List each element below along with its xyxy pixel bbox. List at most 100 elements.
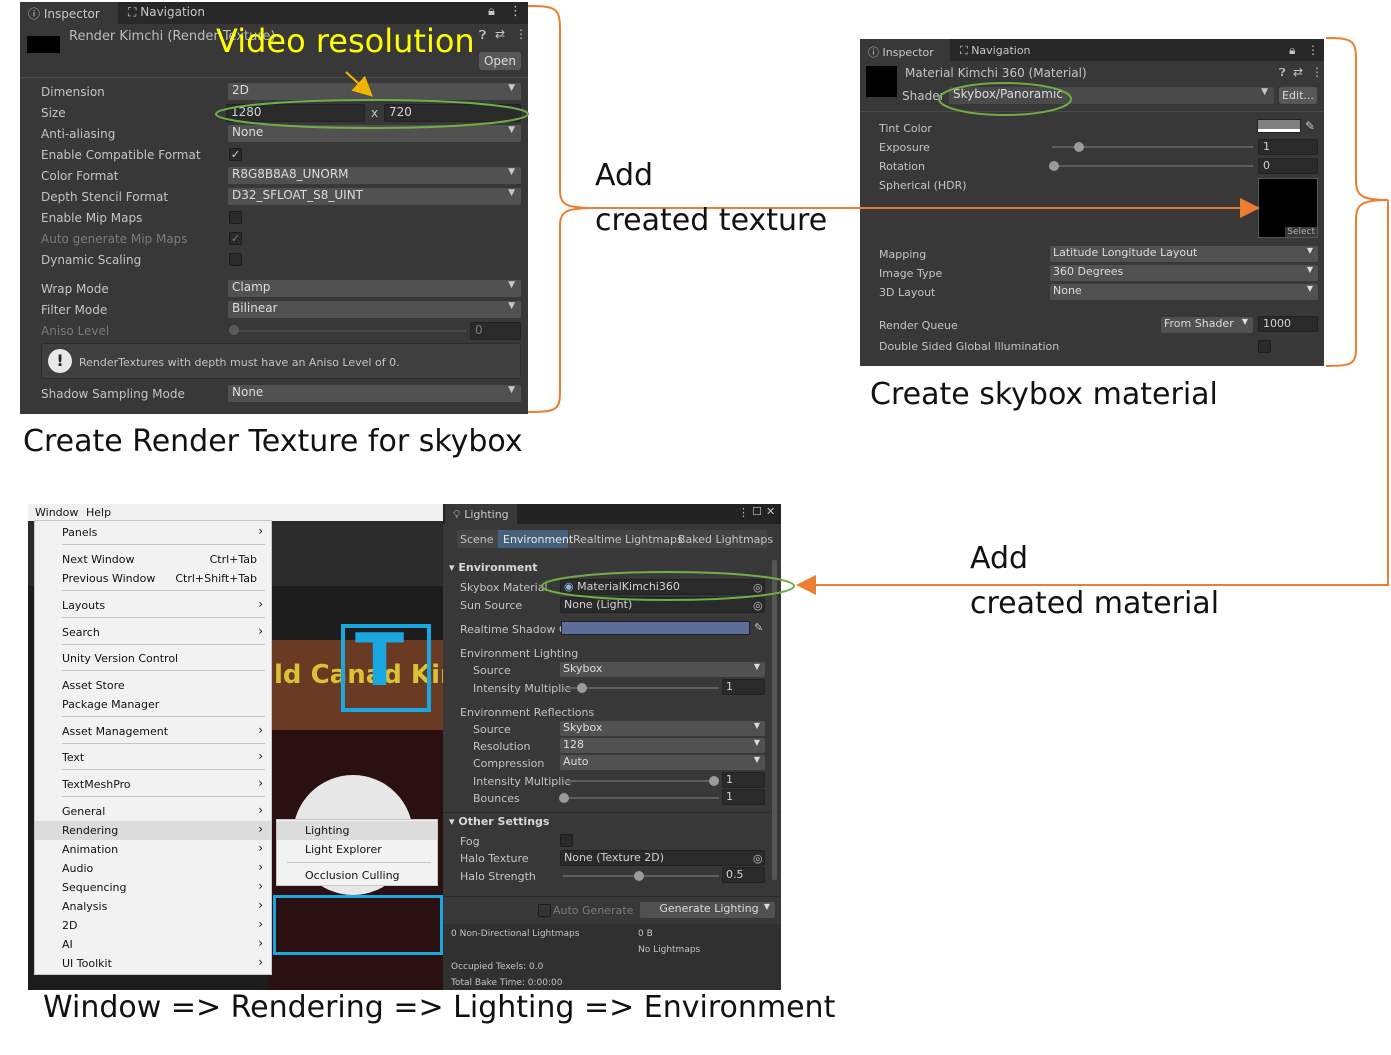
auto-generate-checkbox[interactable] bbox=[538, 904, 551, 917]
image-type-dropdown[interactable]: 360 Degrees ▼ bbox=[1050, 265, 1318, 281]
more-icon[interactable]: ⋮ bbox=[1307, 43, 1319, 57]
tint-color-swatch[interactable] bbox=[1257, 119, 1301, 133]
mip-maps-checkbox[interactable] bbox=[229, 211, 242, 224]
fog-checkbox[interactable] bbox=[560, 834, 573, 847]
tab-baked-lightmaps[interactable]: Baked Lightmaps bbox=[678, 533, 773, 546]
compatible-format-checkbox[interactable]: ✓ bbox=[229, 148, 242, 161]
more-icon[interactable]: ⋮ bbox=[509, 4, 522, 19]
rotation-input[interactable]: 0 bbox=[1258, 158, 1318, 174]
maximize-icon[interactable]: ☐ bbox=[752, 505, 762, 518]
menu-item-text[interactable]: Text › bbox=[35, 748, 271, 767]
lighting-window-tab[interactable]: 💡︎ Lighting bbox=[445, 504, 517, 524]
menu-item-animation[interactable]: Animation › bbox=[35, 840, 271, 859]
submenu-item-lighting[interactable]: Lighting bbox=[277, 821, 437, 840]
bounces-knob[interactable] bbox=[559, 793, 569, 803]
object-picker-icon[interactable]: ◎ bbox=[753, 581, 763, 594]
antialiasing-dropdown[interactable]: None ▼ bbox=[228, 125, 521, 142]
submenu-item-light-explorer[interactable]: Light Explorer bbox=[277, 840, 437, 859]
render-queue-mode-dropdown[interactable]: From Shader ▼ bbox=[1161, 317, 1253, 333]
lighting-intensity-knob[interactable] bbox=[577, 683, 587, 693]
menu-item-search[interactable]: Search › bbox=[35, 623, 271, 642]
menu-item-rendering[interactable]: Rendering › bbox=[35, 821, 271, 840]
edit-shader-button[interactable]: Edit... bbox=[1279, 87, 1317, 104]
depth-stencil-dropdown[interactable]: D32_SFLOAT_S8_UINT ▼ bbox=[228, 188, 521, 205]
menu-item-sequencing[interactable]: Sequencing › bbox=[35, 878, 271, 897]
size-height-input[interactable]: 720 bbox=[384, 104, 521, 122]
select-texture-button[interactable]: Select bbox=[1285, 227, 1317, 237]
halo-strength-input[interactable]: 0.5 bbox=[722, 867, 765, 883]
lock-icon[interactable]: 🔒︎ bbox=[488, 4, 495, 19]
eyedropper-icon[interactable]: ✎ bbox=[754, 621, 763, 634]
lighting-intensity-input[interactable]: 1 bbox=[722, 679, 765, 695]
preset-icon[interactable]: ⇄ bbox=[1293, 65, 1303, 79]
menu-item-asset-management[interactable]: Asset Management › bbox=[35, 722, 271, 741]
menu-item-panels[interactable]: Panels › bbox=[35, 523, 271, 542]
dsgi-checkbox[interactable] bbox=[1258, 340, 1271, 353]
compression-dropdown[interactable]: Auto ▼ bbox=[560, 755, 765, 770]
tab-environment[interactable]: Environment bbox=[498, 530, 573, 548]
wrap-mode-dropdown[interactable]: Clamp ▼ bbox=[228, 280, 521, 297]
rt-tab-navigation[interactable]: ⛶ Navigation bbox=[120, 2, 230, 24]
halo-strength-knob[interactable] bbox=[634, 871, 644, 881]
menu-item-textmeshpro[interactable]: TextMeshPro › bbox=[35, 775, 271, 794]
environment-header[interactable]: ▾ Environment bbox=[449, 561, 538, 574]
spherical-texture-slot[interactable]: Select bbox=[1258, 178, 1318, 238]
eyedropper-icon[interactable]: ✎ bbox=[1305, 119, 1315, 133]
reflection-intensity-knob[interactable] bbox=[709, 776, 719, 786]
mat-tab-inspector[interactable]: ⓘ Inspector bbox=[860, 39, 950, 61]
menu-item-analysis[interactable]: Analysis › bbox=[35, 897, 271, 916]
rt-tab-inspector[interactable]: ⓘ Inspector bbox=[20, 2, 118, 24]
menu-item-version-control[interactable]: Unity Version Control bbox=[35, 649, 271, 668]
shadow-sampling-dropdown[interactable]: None ▼ bbox=[228, 385, 521, 402]
halo-texture-field[interactable]: None (Texture 2D) bbox=[560, 850, 765, 866]
menu-item-ai[interactable]: AI › bbox=[35, 935, 271, 954]
mat-tab-navigation[interactable]: ⛶ Navigation bbox=[952, 39, 1058, 61]
tab-scene[interactable]: Scene bbox=[460, 533, 494, 546]
menu-item-previous-window[interactable]: Previous Window Ctrl+Shift+Tab bbox=[35, 569, 271, 588]
open-button[interactable]: Open bbox=[479, 52, 521, 70]
other-settings-header[interactable]: ▾ Other Settings bbox=[449, 815, 549, 828]
menu-item-layouts[interactable]: Layouts › bbox=[35, 596, 271, 615]
color-format-dropdown[interactable]: R8G8B8A8_UNORM ▼ bbox=[228, 167, 521, 184]
menu-window[interactable]: Window bbox=[35, 506, 78, 519]
realtime-shadow-color[interactable] bbox=[561, 621, 750, 635]
menu-item-audio[interactable]: Audio › bbox=[35, 859, 271, 878]
scrollbar[interactable] bbox=[772, 560, 777, 880]
layout3d-dropdown[interactable]: None ▼ bbox=[1050, 284, 1318, 300]
render-queue-input[interactable]: 1000 bbox=[1258, 316, 1318, 332]
object-picker-icon[interactable]: ◎ bbox=[753, 599, 763, 612]
close-icon[interactable]: ✕ bbox=[766, 505, 775, 518]
shader-dropdown[interactable]: Skybox/Panoramic ▼ bbox=[949, 87, 1274, 104]
menu-item-general[interactable]: General › bbox=[35, 802, 271, 821]
submenu-item-occlusion-culling[interactable]: Occlusion Culling bbox=[277, 866, 437, 885]
preset-icon[interactable]: ⇄ bbox=[495, 27, 505, 41]
tab-realtime-lightmaps[interactable]: Realtime Lightmaps bbox=[573, 533, 683, 546]
dimension-dropdown[interactable]: 2D ▼ bbox=[228, 83, 521, 100]
menu-help[interactable]: Help bbox=[86, 506, 111, 519]
sun-source-field[interactable]: None (Light) bbox=[560, 597, 765, 613]
more-icon[interactable]: ⋮ bbox=[515, 27, 527, 41]
mapping-dropdown[interactable]: Latitude Longitude Layout ▼ bbox=[1050, 246, 1318, 262]
size-width-input[interactable]: 1280 bbox=[226, 104, 365, 122]
dynamic-scaling-checkbox[interactable] bbox=[229, 253, 242, 266]
menu-item-ui-toolkit[interactable]: UI Toolkit › bbox=[35, 954, 271, 973]
help-icon[interactable]: ❓︎ bbox=[1279, 66, 1286, 80]
reflection-source-dropdown[interactable]: Skybox ▼ bbox=[560, 721, 765, 736]
lock-icon[interactable]: 🔒︎ bbox=[1289, 43, 1295, 58]
more-icon[interactable]: ⋮ bbox=[1311, 65, 1323, 79]
menu-item-package-manager[interactable]: Package Manager bbox=[35, 695, 271, 714]
resolution-dropdown[interactable]: 128 ▼ bbox=[560, 738, 765, 753]
filter-mode-dropdown[interactable]: Bilinear ▼ bbox=[228, 301, 521, 318]
rotation-slider-knob[interactable] bbox=[1049, 161, 1059, 171]
menu-item-asset-store[interactable]: Asset Store bbox=[35, 676, 271, 695]
object-picker-icon[interactable]: ◎ bbox=[753, 852, 763, 865]
generate-lighting-button[interactable]: Generate Lighting ▼ bbox=[640, 902, 775, 918]
skybox-material-field[interactable]: ◉ MaterialKimchi360 bbox=[560, 579, 765, 595]
menu-item-next-window[interactable]: Next Window Ctrl+Tab bbox=[35, 550, 271, 569]
menu-item-2d[interactable]: 2D › bbox=[35, 916, 271, 935]
exposure-slider-knob[interactable] bbox=[1074, 142, 1084, 152]
bounces-input[interactable]: 1 bbox=[722, 789, 765, 805]
more-icon[interactable]: ⋮ bbox=[738, 506, 749, 519]
reflection-intensity-input[interactable]: 1 bbox=[722, 772, 765, 788]
lighting-source-dropdown[interactable]: Skybox ▼ bbox=[560, 662, 765, 677]
